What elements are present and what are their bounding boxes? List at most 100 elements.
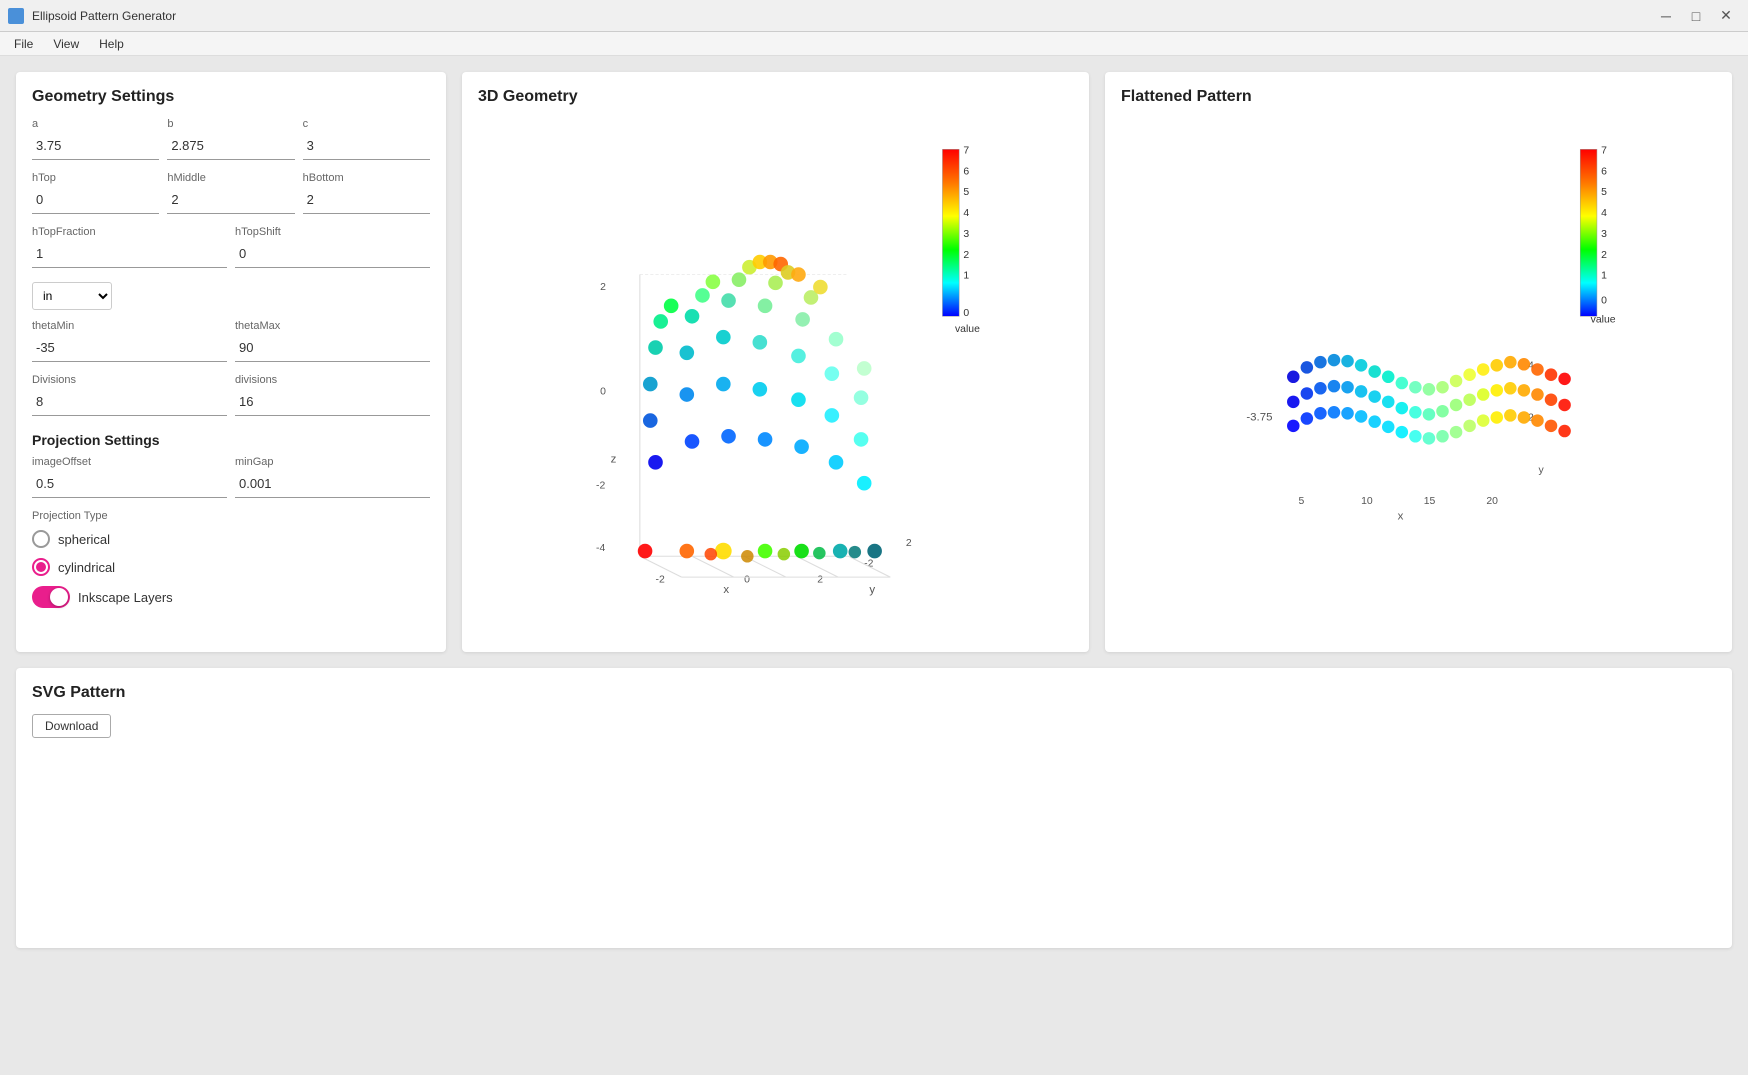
input-imageoffset[interactable]: [32, 470, 227, 498]
svg-text:4: 4: [963, 208, 969, 219]
toggle-row: Inkscape Layers: [32, 586, 430, 608]
htop-frac-row: hTopFraction hTopShift: [32, 226, 430, 272]
flattened-chart-panel: Flattened Pattern 7 6 5 4 3 2 1 0 value: [1105, 72, 1732, 652]
label-htop: hTop: [32, 172, 159, 184]
title-bar: Ellipsoid Pattern Generator ─ □ ✕: [0, 0, 1748, 32]
svg-text:value: value: [955, 324, 980, 335]
label-thetamax: thetaMax: [235, 320, 430, 332]
svg-text:5: 5: [1601, 187, 1607, 198]
unit-select[interactable]: in cm mm: [32, 282, 112, 310]
svg-pattern-title: SVG Pattern: [32, 684, 1716, 702]
menu-file[interactable]: File: [4, 35, 43, 53]
input-divisions2[interactable]: [235, 388, 430, 416]
maximize-button[interactable]: □: [1682, 5, 1710, 27]
input-thetamax[interactable]: [235, 334, 430, 362]
svg-text:z: z: [611, 453, 617, 465]
toggle-knob: [50, 588, 68, 606]
svg-text:7: 7: [963, 145, 969, 156]
svg-text:7: 7: [1601, 145, 1607, 156]
geometry-chart-svg: 7 6 5 4 3 2 1 0 value x y z 2 0 -2: [478, 118, 1073, 598]
bottom-row: SVG Pattern Download: [16, 668, 1732, 1059]
label-hmiddle: hMiddle: [167, 172, 294, 184]
svg-text:-2: -2: [596, 480, 605, 491]
radio-spherical[interactable]: spherical: [32, 530, 430, 548]
radio-cylindrical[interactable]: cylindrical: [32, 558, 430, 576]
projection-settings-title: Projection Settings: [32, 432, 430, 448]
flattened-chart-title: Flattened Pattern: [1121, 88, 1716, 106]
svg-text:15: 15: [1424, 496, 1436, 507]
top-row: Geometry Settings a b c hTo: [16, 72, 1732, 652]
label-hbottom: hBottom: [303, 172, 430, 184]
svg-text:5: 5: [1299, 496, 1305, 507]
svg-text:0: 0: [963, 308, 969, 319]
projection-type-label: Projection Type: [32, 510, 430, 522]
radio-group-projection: spherical cylindrical: [32, 530, 430, 576]
input-a[interactable]: [32, 132, 159, 160]
input-htopshift[interactable]: [235, 240, 430, 268]
label-a: a: [32, 118, 159, 130]
svg-text:5: 5: [963, 187, 969, 198]
input-thetamin[interactable]: [32, 334, 227, 362]
svg-text:-2: -2: [656, 574, 665, 585]
flattened-chart-container: 7 6 5 4 3 2 1 0 value -3.75 5 10 15 20 4: [1121, 118, 1716, 598]
field-c: c: [303, 118, 430, 160]
radio-label-spherical: spherical: [58, 532, 110, 547]
label-htopshift: hTopShift: [235, 226, 430, 238]
svg-text:2: 2: [600, 282, 606, 293]
title-bar-controls: ─ □ ✕: [1652, 5, 1740, 27]
label-divisions1: Divisions: [32, 374, 227, 386]
svg-text:2: 2: [1601, 250, 1607, 261]
field-hbottom: hBottom: [303, 172, 430, 214]
svg-text:0: 0: [600, 387, 606, 398]
label-htopfraction: hTopFraction: [32, 226, 227, 238]
svg-text:value: value: [1591, 315, 1616, 326]
svg-text:3: 3: [1601, 229, 1607, 240]
inkscape-layers-toggle[interactable]: [32, 586, 70, 608]
geometry-chart-panel: 3D Geometry: [462, 72, 1089, 652]
label-thetamin: thetaMin: [32, 320, 227, 332]
svg-text:1: 1: [963, 271, 969, 282]
svg-text:y: y: [869, 584, 875, 596]
close-button[interactable]: ✕: [1712, 5, 1740, 27]
input-b[interactable]: [167, 132, 294, 160]
divisions-row: Divisions divisions: [32, 374, 430, 420]
field-b: b: [167, 118, 294, 160]
menu-help[interactable]: Help: [89, 35, 134, 53]
field-htopshift: hTopShift: [235, 226, 430, 268]
svg-text:4: 4: [1601, 208, 1607, 219]
svg-text:2: 2: [906, 538, 912, 549]
input-hbottom[interactable]: [303, 186, 430, 214]
h-row: hTop hMiddle hBottom: [32, 172, 430, 218]
main-content: Geometry Settings a b c hTo: [0, 56, 1748, 1075]
input-htopfraction[interactable]: [32, 240, 227, 268]
radio-inner-cylindrical: [36, 562, 46, 572]
svg-text:2: 2: [963, 250, 969, 261]
label-divisions2: divisions: [235, 374, 430, 386]
svg-text:1: 1: [1601, 271, 1607, 282]
field-mingap: minGap: [235, 456, 430, 498]
svg-text:x: x: [1398, 511, 1404, 523]
input-mingap[interactable]: [235, 470, 430, 498]
label-c: c: [303, 118, 430, 130]
minimize-button[interactable]: ─: [1652, 5, 1680, 27]
input-divisions1[interactable]: [32, 388, 227, 416]
geometry-chart-title: 3D Geometry: [478, 88, 1073, 106]
svg-text:y: y: [1539, 465, 1545, 476]
svg-panel: SVG Pattern Download: [16, 668, 1732, 948]
input-hmiddle[interactable]: [167, 186, 294, 214]
radio-label-cylindrical: cylindrical: [58, 560, 115, 575]
field-thetamax: thetaMax: [235, 320, 430, 362]
svg-text:20: 20: [1486, 496, 1498, 507]
abc-row: a b c: [32, 118, 430, 164]
field-divisions2: divisions: [235, 374, 430, 416]
menu-view[interactable]: View: [43, 35, 89, 53]
field-a: a: [32, 118, 159, 160]
download-button[interactable]: Download: [32, 714, 111, 738]
field-hmiddle: hMiddle: [167, 172, 294, 214]
radio-circle-cylindrical: [32, 558, 50, 576]
input-c[interactable]: [303, 132, 430, 160]
svg-text:-4: -4: [596, 543, 605, 554]
input-htop[interactable]: [32, 186, 159, 214]
field-thetamin: thetaMin: [32, 320, 227, 362]
label-imageoffset: imageOffset: [32, 456, 227, 468]
